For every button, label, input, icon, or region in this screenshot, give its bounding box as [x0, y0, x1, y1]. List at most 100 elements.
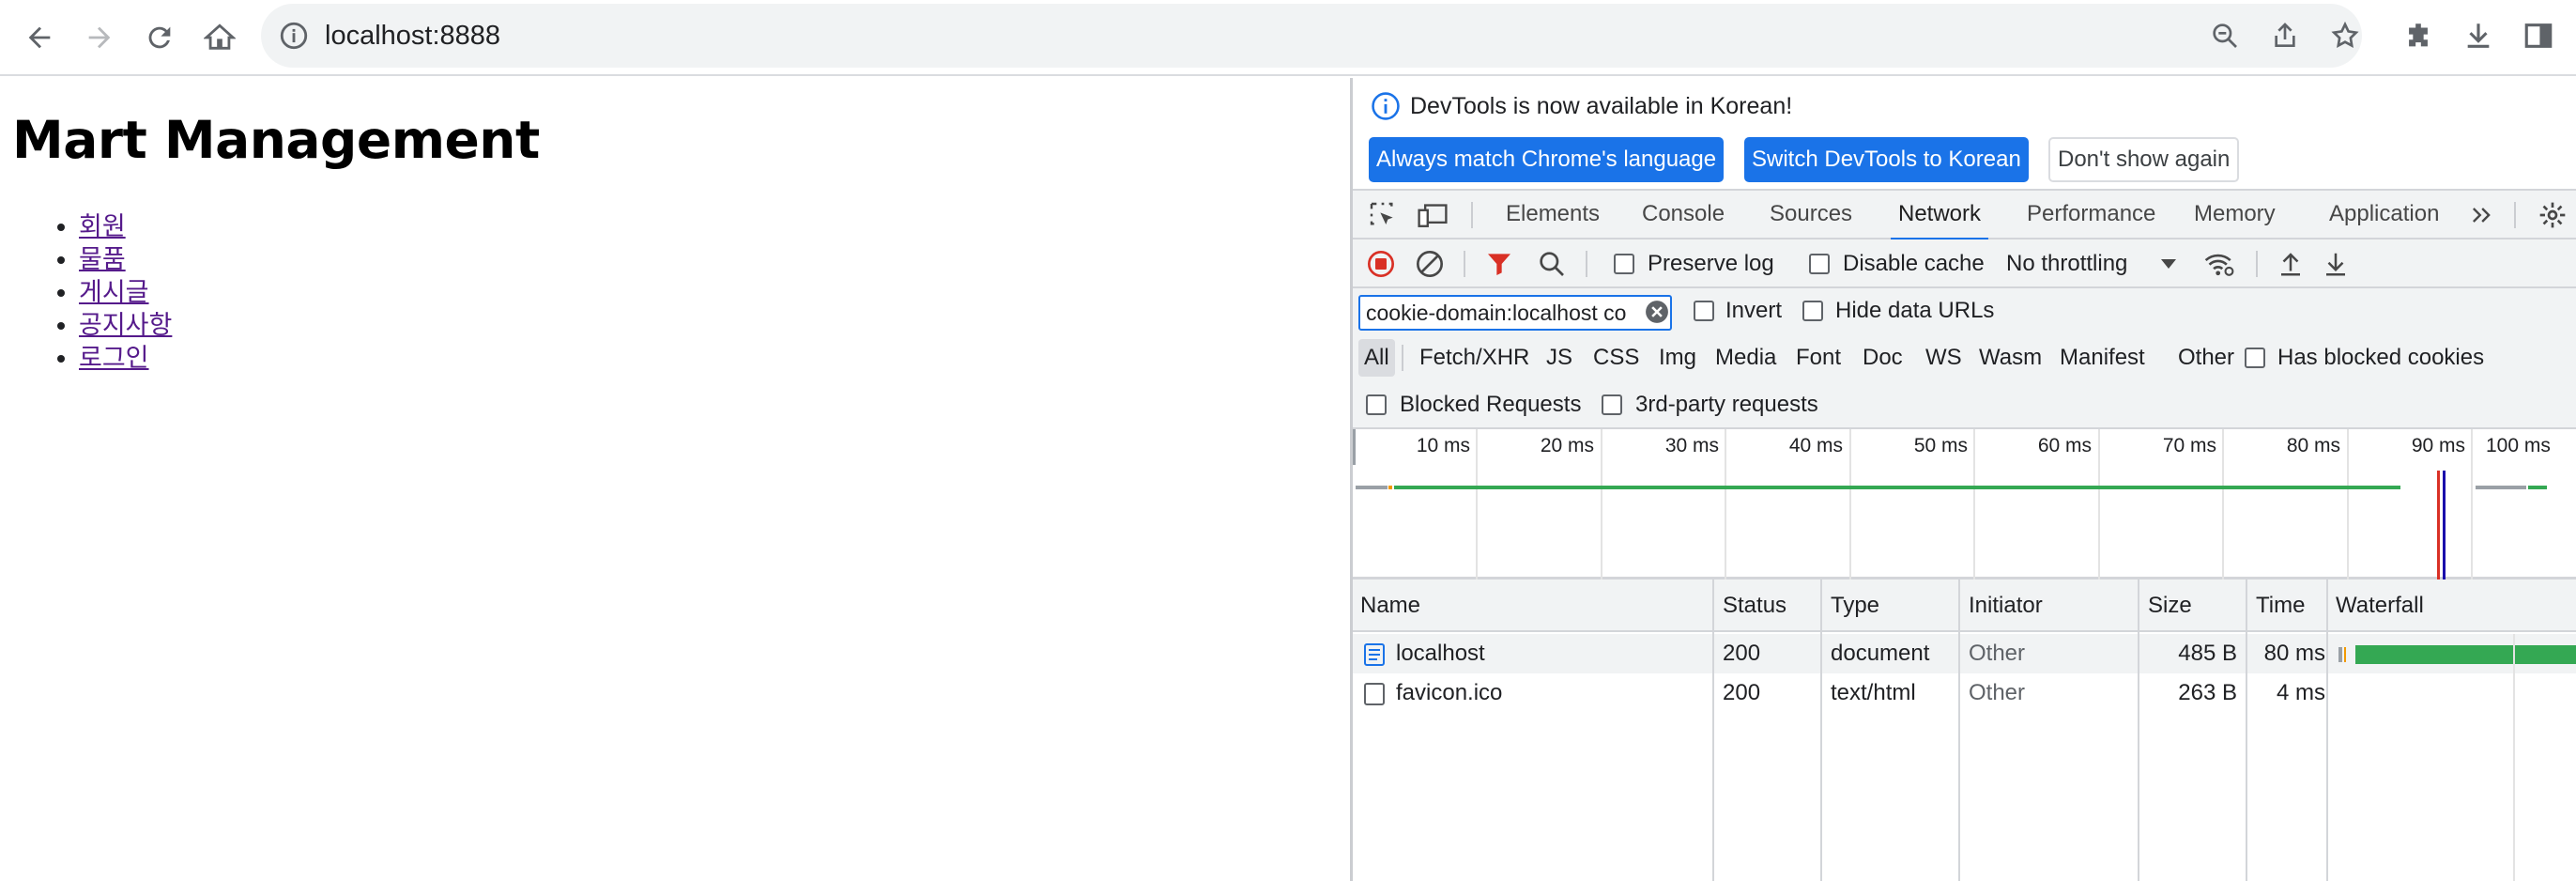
type-filter-other[interactable]: Other — [2172, 339, 2240, 377]
type-filter-wasm[interactable]: Wasm — [1973, 339, 2047, 377]
clear-icon[interactable] — [1415, 249, 1445, 279]
home-icon[interactable] — [195, 13, 244, 62]
bookmark-star-icon[interactable] — [2328, 19, 2362, 53]
chevron-down-icon[interactable] — [2158, 255, 2179, 273]
type-filter-js[interactable]: JS — [1541, 339, 1578, 377]
third-party-requests-checkbox[interactable] — [1602, 394, 1622, 415]
tab-memory[interactable]: Memory — [2194, 191, 2276, 240]
hide-data-urls-checkbox[interactable] — [1802, 301, 1823, 321]
invert-label: Invert — [1725, 298, 1783, 323]
link-notices[interactable]: 공지사항 — [79, 311, 172, 340]
request-status: 200 — [1723, 641, 1761, 666]
column-divider[interactable] — [2326, 580, 2328, 881]
table-header: Name Status Type Initiator Size Time Wat… — [1353, 580, 2576, 632]
address-bar[interactable]: localhost:8888 — [261, 4, 2362, 68]
column-header-name[interactable]: Name — [1360, 580, 1420, 632]
blocked-requests-row: Blocked Requests 3rd-party requests — [1353, 380, 2576, 429]
inspect-element-icon[interactable] — [1368, 200, 1398, 230]
tab-network[interactable]: Network — [1890, 191, 1989, 241]
settings-gear-icon[interactable] — [2538, 200, 2568, 230]
timeline-tick-label: 90 ms — [2411, 435, 2465, 456]
export-har-download-icon[interactable] — [2322, 249, 2350, 279]
share-icon[interactable] — [2268, 19, 2302, 53]
column-header-status[interactable]: Status — [1723, 580, 1786, 632]
search-icon[interactable] — [1537, 249, 1567, 279]
tab-performance[interactable]: Performance — [2027, 191, 2155, 240]
timeline-tick-label: 80 ms — [2286, 435, 2340, 456]
info-icon[interactable] — [278, 20, 310, 52]
preserve-log-checkbox[interactable] — [1614, 254, 1634, 274]
blocked-requests-checkbox[interactable] — [1366, 394, 1387, 415]
more-tabs-chevron-icon[interactable] — [2468, 202, 2494, 228]
type-filter-font[interactable]: Font — [1790, 339, 1847, 377]
filter-input[interactable]: cookie-domain:localhost co — [1358, 295, 1672, 331]
filter-funnel-icon[interactable] — [1484, 249, 1514, 279]
network-conditions-wifi-icon[interactable] — [2203, 249, 2235, 279]
request-overview-bar — [1356, 486, 1388, 489]
column-divider[interactable] — [2246, 580, 2247, 881]
type-filter-media[interactable]: Media — [1710, 339, 1782, 377]
separator — [2514, 202, 2516, 228]
link-members[interactable]: 회원 — [79, 212, 126, 241]
tab-console[interactable]: Console — [1642, 191, 1725, 240]
dont-show-again-button[interactable]: Don't show again — [2048, 137, 2240, 182]
clear-filter-icon[interactable] — [1645, 300, 1669, 324]
column-divider[interactable] — [2138, 580, 2139, 881]
column-header-waterfall[interactable]: Waterfall — [2336, 580, 2424, 632]
type-filter-all[interactable]: All — [1358, 339, 1395, 377]
column-divider[interactable] — [1958, 580, 1960, 881]
disable-cache-label: Disable cache — [1843, 251, 1985, 276]
column-divider[interactable] — [1712, 580, 1714, 881]
import-har-upload-icon[interactable] — [2277, 249, 2305, 279]
has-blocked-cookies-checkbox[interactable] — [2245, 348, 2265, 368]
type-filter-img[interactable]: Img — [1653, 339, 1702, 377]
timeline-gridline — [2222, 429, 2224, 580]
device-toolbar-icon[interactable] — [1417, 200, 1449, 230]
column-header-size[interactable]: Size — [2148, 580, 2192, 632]
type-filter-css[interactable]: CSS — [1587, 339, 1645, 377]
link-products[interactable]: 물품 — [79, 245, 126, 274]
timeline-tick-label: 10 ms — [1416, 435, 1470, 456]
extensions-icon[interactable] — [2398, 15, 2439, 56]
link-posts[interactable]: 게시글 — [79, 278, 149, 307]
throttling-select[interactable]: No throttling — [2006, 240, 2127, 288]
url-text: localhost:8888 — [325, 21, 501, 51]
table-row[interactable]: localhost 200 document Other 485 B 80 ms — [1353, 634, 2576, 673]
page-title: Mart Management — [12, 110, 540, 170]
type-filter-manifest[interactable]: Manifest — [2054, 339, 2151, 377]
timeline-gridline — [1476, 429, 1478, 580]
tab-application[interactable]: Application — [2329, 191, 2439, 240]
column-header-time[interactable]: Time — [2256, 580, 2305, 632]
type-filter-fetch-xhr[interactable]: Fetch/XHR — [1414, 339, 1535, 377]
nav-list: 회원 물품 게시글 공지사항 로그인 — [79, 210, 172, 375]
link-login[interactable]: 로그인 — [79, 344, 149, 373]
reload-icon[interactable] — [135, 13, 184, 62]
disable-cache-checkbox[interactable] — [1809, 254, 1830, 274]
back-icon[interactable] — [15, 13, 64, 62]
type-filter-ws[interactable]: WS — [1920, 339, 1968, 377]
forward-icon[interactable] — [75, 13, 124, 62]
record-stop-icon[interactable] — [1366, 249, 1396, 279]
invert-checkbox[interactable] — [1694, 301, 1714, 321]
request-overview-bar — [2476, 486, 2526, 489]
column-header-initiator[interactable]: Initiator — [1969, 580, 2043, 632]
timeline-gridline — [1973, 429, 1975, 580]
table-row[interactable]: favicon.ico 200 text/html Other 263 B 4 … — [1353, 673, 2576, 713]
timeline-tick-label: 100 ms — [2486, 435, 2551, 456]
tab-elements[interactable]: Elements — [1506, 191, 1600, 240]
request-type: text/html — [1831, 680, 1916, 705]
type-filter-doc[interactable]: Doc — [1857, 339, 1909, 377]
tab-sources[interactable]: Sources — [1770, 191, 1852, 240]
request-initiator: Other — [1969, 680, 2026, 705]
download-icon[interactable] — [2458, 15, 2499, 56]
timeline-tick-label: 40 ms — [1788, 435, 1843, 456]
side-panel-icon[interactable] — [2518, 15, 2559, 56]
column-header-type[interactable]: Type — [1831, 580, 1879, 632]
network-timeline-overview[interactable]: 10 ms 20 ms 30 ms 40 ms 50 ms 60 ms 70 m… — [1353, 429, 2576, 580]
request-type: document — [1831, 641, 1930, 666]
request-status: 200 — [1723, 680, 1761, 705]
column-divider[interactable] — [1820, 580, 1822, 881]
always-match-language-button[interactable]: Always match Chrome's language — [1369, 137, 1725, 182]
switch-to-korean-button[interactable]: Switch DevTools to Korean — [1744, 137, 2029, 182]
zoom-out-icon[interactable] — [2208, 19, 2242, 53]
